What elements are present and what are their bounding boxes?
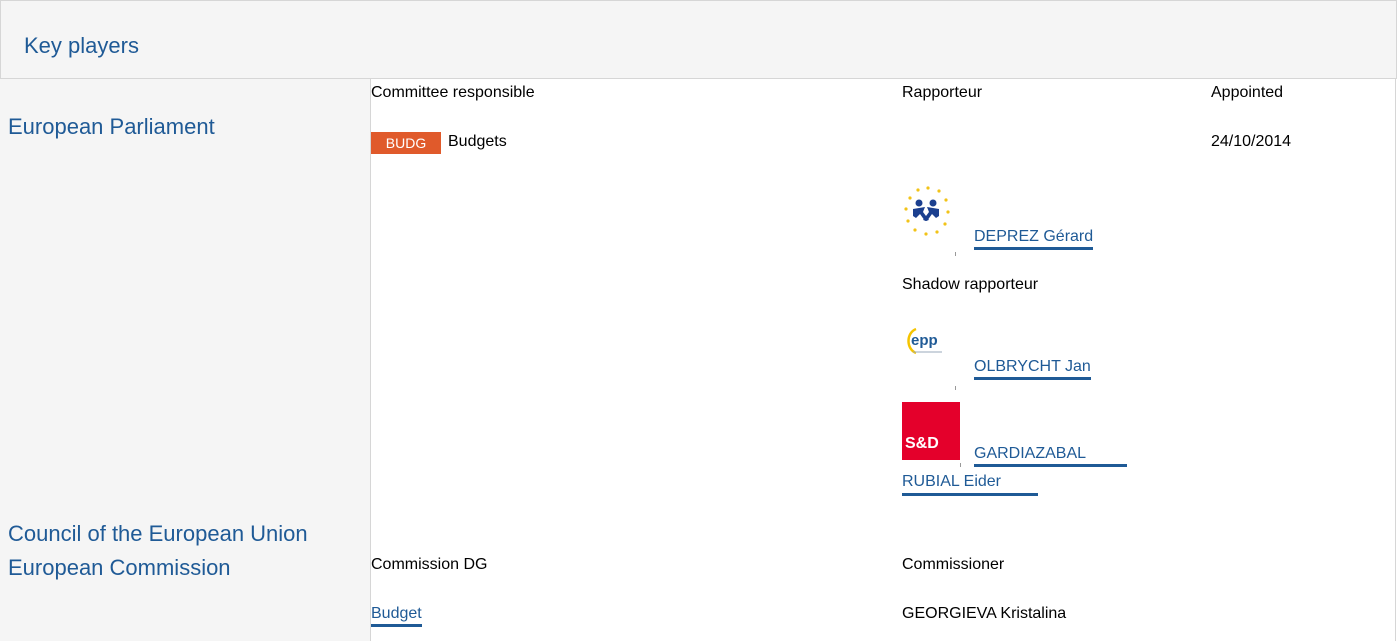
logo-divider: [960, 463, 961, 467]
commissioner-name: GEORGIEVA Kristalina: [902, 605, 1067, 622]
section-title: Key players: [24, 33, 139, 58]
svg-text:S&D: S&D: [905, 435, 939, 452]
svg-text:epp: epp: [911, 332, 938, 349]
logo-divider: [955, 386, 956, 390]
shadow-rapporteur-header: Shadow rapporteur: [902, 276, 1039, 293]
link-underline: [902, 493, 1038, 496]
link-underline: [974, 464, 1127, 467]
committee-name: Budgets: [448, 133, 507, 150]
shadow-rapporteur-link-gardiazabal-line2[interactable]: RUBIAL Eider: [902, 473, 1001, 491]
sd-logo-icon: S&D: [902, 402, 960, 460]
committee-code-badge: BUDG: [371, 132, 441, 154]
appointed-date: 24/10/2014: [1211, 133, 1292, 150]
rapporteur-header: Rapporteur: [902, 84, 983, 101]
appointed-header: Appointed: [1211, 84, 1284, 101]
logo-divider: [955, 252, 956, 256]
institution-european-parliament[interactable]: European Parliament: [8, 114, 215, 140]
rapporteur-link-deprez[interactable]: DEPREZ Gérard: [974, 228, 1094, 250]
institution-european-commission[interactable]: European Commission: [8, 555, 231, 581]
commissioner-header: Commissioner: [902, 556, 1005, 573]
alde-logo-icon: [904, 186, 950, 236]
institution-council[interactable]: Council of the European Union: [8, 521, 308, 547]
committee-responsible-header: Committee responsible: [371, 84, 535, 101]
section-header: Key players: [0, 0, 1397, 79]
commission-dg-link-budget[interactable]: Budget: [371, 605, 422, 627]
shadow-rapporteur-link-gardiazabal-line1[interactable]: GARDIAZABAL: [974, 445, 1086, 463]
commission-dg-header: Commission DG: [371, 556, 488, 573]
epp-logo-icon: epp: [907, 327, 942, 355]
shadow-rapporteur-link-olbrycht[interactable]: OLBRYCHT Jan: [974, 358, 1091, 380]
